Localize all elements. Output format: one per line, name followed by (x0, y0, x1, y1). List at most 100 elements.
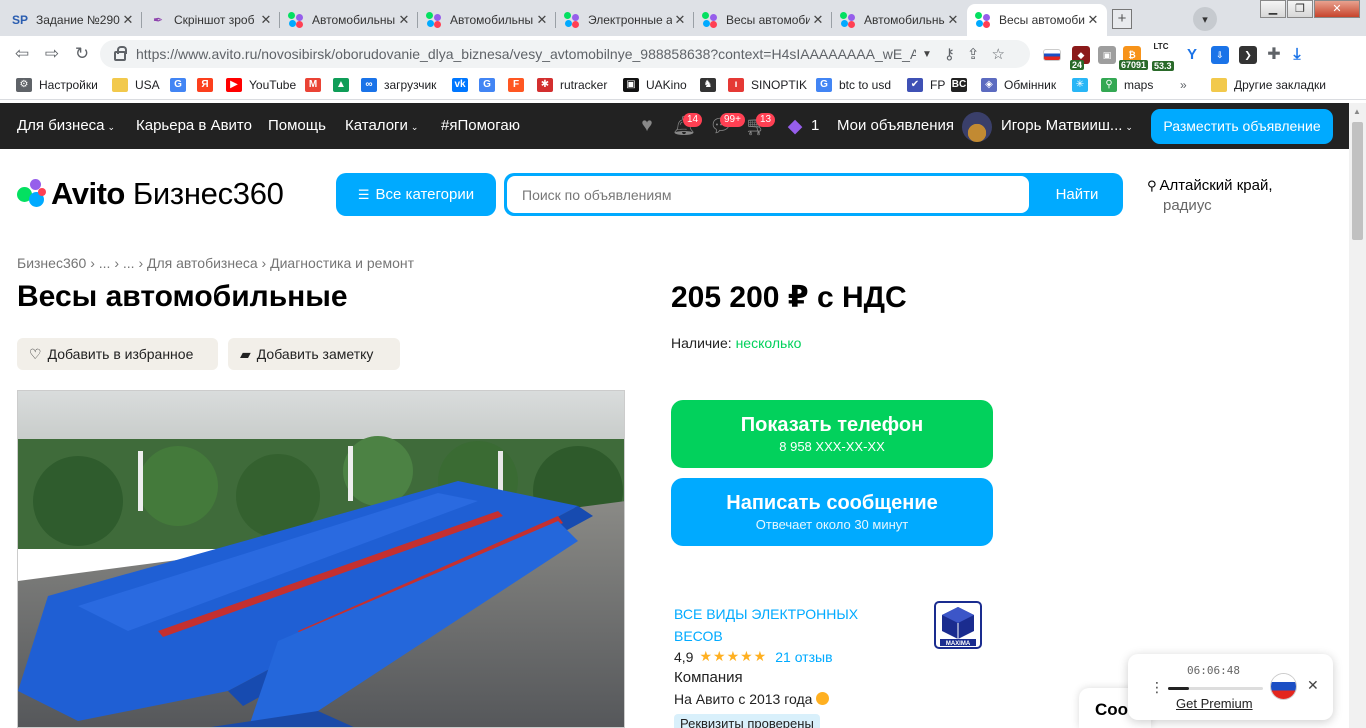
tab-search-icon[interactable]: ▾ (1193, 7, 1217, 31)
write-message-button[interactable]: Написать сообщение Отвечает около 30 мин… (671, 478, 993, 546)
download-extension-icon[interactable]: ⇩ (1211, 46, 1229, 64)
show-phone-button[interactable]: Показать телефон 8 958 XXX-XX-XX (671, 400, 993, 468)
back-arrow-icon[interactable]: ⇦ (12, 44, 32, 64)
tab-close-icon[interactable]: ✕ (120, 12, 136, 28)
tab-close-icon[interactable]: ✕ (672, 12, 688, 28)
bookmark-yandex[interactable]: Я (197, 78, 220, 92)
scrollbar-thumb[interactable] (1352, 122, 1363, 240)
bookmark-uakino[interactable]: ▣ UAKino (623, 78, 687, 92)
browser-tab[interactable]: Весы автомоби ✕ (694, 4, 832, 36)
bookmark-fp[interactable]: ✔ FP (907, 78, 945, 92)
bookmark-btc-to-usd[interactable]: Gbtc to usd (816, 78, 891, 92)
key-icon[interactable]: ⚷ (944, 45, 955, 63)
recorder-menu-icon[interactable]: ⋮ (1150, 679, 1164, 696)
nav-for-business[interactable]: Для бизнеса ⌄ (17, 117, 115, 134)
bookmark-обмінник[interactable]: ◈ Обмінник (981, 78, 1056, 92)
browser-tab[interactable]: Весы автомоби ✕ (967, 4, 1107, 36)
breadcrumb-item[interactable]: Диагностика и ремонт (270, 255, 414, 271)
browser-tab[interactable]: Автомобильны ✕ (832, 4, 967, 36)
breadcrumb-item[interactable]: ... (99, 255, 111, 271)
bookmark-maps[interactable]: ⚲ maps (1101, 78, 1153, 92)
browser-tab[interactable]: Электронные а ✕ (556, 4, 694, 36)
scroll-up-icon[interactable]: ▲ (1353, 107, 1361, 116)
user-avatar[interactable] (962, 112, 992, 142)
coupon-count[interactable]: 1 (811, 117, 819, 134)
bookmark-gmail[interactable]: M (305, 78, 328, 92)
russia-flag-extension-icon[interactable] (1043, 49, 1061, 61)
widget-close-icon[interactable]: ✕ (1307, 677, 1319, 694)
messages-icon[interactable]: 💬︎ 99+ (709, 113, 745, 137)
shield-extension-icon[interactable]: ◆ 24 (1070, 46, 1090, 70)
listing-photo[interactable] (17, 390, 625, 728)
nav-catalogs[interactable]: Каталоги ⌄ (345, 117, 418, 134)
terminal-extension-icon[interactable]: ❯ (1239, 46, 1257, 64)
seller-logo[interactable]: MAXIMA (934, 601, 982, 649)
share-icon[interactable]: ⇪ (967, 45, 980, 63)
lock-icon[interactable] (114, 46, 127, 61)
breadcrumb-item[interactable]: Для автобизнеса (147, 255, 258, 271)
bookmark-youtube[interactable]: ▶ YouTube (226, 78, 296, 92)
breadcrumb-item[interactable]: Бизнес360 (17, 255, 86, 271)
add-note-button[interactable]: ▰ Добавить заметку (228, 338, 400, 370)
downloads-icon[interactable]: ⤓ (1288, 46, 1306, 64)
browser-tab[interactable]: Автомобильны ✕ (418, 4, 556, 36)
avito-business360-logo[interactable]: Avito Бизнес360 (17, 176, 284, 212)
search-button[interactable]: Найти (1031, 173, 1123, 216)
seller-name-link[interactable]: ВСЕ ВИДЫ ЭЛЕКТРОННЫХ ВЕСОВ (674, 603, 874, 647)
get-premium-link[interactable]: Get Premium (1176, 696, 1253, 711)
bookmark-загрузчик[interactable]: ∞ загрузчик (361, 78, 436, 92)
briefcase-extension-icon[interactable]: ▣ (1098, 46, 1116, 64)
favorites-heart-icon[interactable]: ♥ (636, 115, 658, 137)
tab-close-icon[interactable]: ✕ (534, 12, 550, 28)
bookmark-translate[interactable]: G (479, 78, 502, 92)
nav-help[interactable]: Помощь (268, 117, 326, 134)
breadcrumb-item[interactable]: ... (123, 255, 135, 271)
notifications-bell-icon[interactable]: 🔔︎ 14 (672, 113, 703, 137)
location-selector[interactable]: ⚲ Алтайский край, радиус (1147, 176, 1273, 216)
search-input[interactable] (507, 176, 1029, 213)
url-text[interactable]: https://www.avito.ru/novosibirsk/oborudo… (136, 46, 916, 62)
url-dropdown-icon[interactable]: ▼ (922, 49, 932, 60)
tab-close-icon[interactable]: ✕ (258, 12, 274, 28)
new-tab-button[interactable]: + (1112, 9, 1132, 29)
all-categories-button[interactable]: ☰ Все категории (336, 173, 496, 216)
tab-close-icon[interactable]: ✕ (396, 12, 412, 28)
bookmarks-overflow[interactable]: » (1180, 78, 1187, 92)
other-bookmarks[interactable]: Другие закладки (1211, 78, 1326, 92)
cart-icon[interactable]: 🛒︎ 13 (745, 113, 776, 137)
tab-close-icon[interactable]: ✕ (810, 12, 826, 28)
page-scrollbar[interactable]: ▲ (1349, 103, 1366, 728)
maximize-icon[interactable]: ❐ (1287, 0, 1313, 18)
bookmark-google[interactable]: G (170, 78, 193, 92)
add-favorite-button[interactable]: ♡ Добавить в избранное (17, 338, 218, 370)
user-menu[interactable]: Игорь Матвииш... ⌄ (1001, 117, 1133, 134)
browser-tab[interactable]: Автомобильны ✕ (280, 4, 418, 36)
tab-close-icon[interactable]: ✕ (945, 12, 961, 28)
my-ads-link[interactable]: Мои объявления (837, 117, 954, 134)
v-extension-icon[interactable]: Y (1183, 46, 1201, 64)
reviews-link[interactable]: 21 отзыв (775, 649, 832, 665)
browser-tab[interactable]: SP Задание №290 ✕ (4, 4, 142, 36)
bookmark-drive[interactable]: ▲ (333, 78, 356, 92)
reload-icon[interactable]: ↻ (72, 44, 92, 64)
russia-flag-icon[interactable] (1271, 674, 1296, 699)
nav-career[interactable]: Карьера в Авито (136, 117, 252, 134)
browser-tab[interactable]: ✒ Скріншот зроб ✕ (142, 4, 280, 36)
bookmark-star-icon[interactable]: ☆ (991, 45, 1004, 63)
bookmark-rutracker[interactable]: ✱ rutracker (537, 78, 607, 92)
minimize-icon[interactable]: ▁ (1260, 0, 1286, 18)
post-ad-button[interactable]: Разместить объявление (1151, 109, 1333, 144)
bookmark-настройки[interactable]: ⚙ Настройки (16, 78, 98, 92)
coupon-icon[interactable]: ◆ (784, 115, 806, 137)
bitcoin-extension-icon[interactable]: ₿ 67091 (1119, 46, 1149, 70)
bookmark-snowflake[interactable]: ✳ (1072, 78, 1095, 92)
bookmark-bc[interactable]: BC (951, 78, 974, 92)
tab-close-icon[interactable]: ✕ (1085, 12, 1101, 28)
close-window-icon[interactable]: ✕ (1314, 0, 1360, 18)
nav-ya-pomogayu[interactable]: #яПомогаю (441, 117, 520, 134)
bookmark-sinoptik[interactable]: ı SINOPTIK (728, 78, 807, 92)
bookmark-chess[interactable]: ♞ (700, 78, 723, 92)
litecoin-extension-icon[interactable]: LTC 53.3 (1152, 42, 1174, 71)
forward-arrow-icon[interactable]: ⇨ (42, 44, 62, 64)
bookmark-usa[interactable]: USA (112, 78, 160, 92)
